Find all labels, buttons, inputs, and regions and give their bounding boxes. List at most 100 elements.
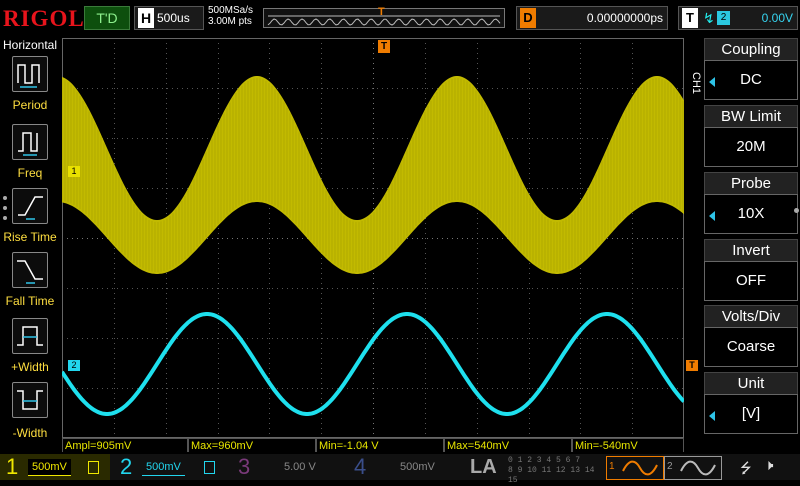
freq-icon xyxy=(12,124,48,160)
coupling-softkey[interactable]: Coupling DC xyxy=(704,38,800,102)
trigger-level: 0.00V xyxy=(761,11,793,25)
measurement-bar: Ampl=905mV Max=960mV Min=-1.04 V Max=540… xyxy=(62,438,684,452)
delay-display[interactable]: D 0.00000000ps xyxy=(516,6,668,30)
unit-value: [V] xyxy=(704,394,798,434)
generator-1-button[interactable]: 1 xyxy=(606,456,664,480)
ch4-button[interactable]: 4 500mV xyxy=(340,454,460,480)
ch1-bw-icon xyxy=(88,461,99,474)
trigger-position-marker: T xyxy=(378,6,385,18)
waveform-display[interactable] xyxy=(62,38,684,438)
unit-value-text: [V] xyxy=(741,405,761,422)
measure-freq[interactable]: Freq xyxy=(0,122,60,186)
horizontal-measure-menu: Horizontal Period Freq Rise Time Fall Ti… xyxy=(0,38,60,458)
sine-wave-icon xyxy=(622,460,658,476)
ch1-scale: 500mV xyxy=(28,459,71,476)
generator-1-number: 1 xyxy=(609,461,615,472)
select-arrow-icon xyxy=(709,411,715,421)
status-bar: RIGOL T'D H 500us 500MSa/s 3.00M pts T D… xyxy=(0,0,800,36)
measure-period-label: Period xyxy=(12,98,48,112)
trigger-display[interactable]: T ↯ 2 0.00V xyxy=(678,6,798,30)
measure-period[interactable]: Period xyxy=(0,56,60,120)
coupling-value-text: DC xyxy=(740,71,762,88)
measure-rise-time[interactable]: Rise Time xyxy=(0,188,60,252)
rise-time-icon xyxy=(12,188,48,224)
rising-edge-icon: ↯ xyxy=(703,10,715,26)
ch2-scale: 500mV xyxy=(142,459,185,476)
bw-limit-value: 20M xyxy=(704,127,798,167)
probe-value-text: 10X xyxy=(737,205,765,222)
measure-fall-time[interactable]: Fall Time xyxy=(0,252,60,316)
speaker-muted-icon[interactable]: 🕨 xyxy=(764,457,773,474)
logic-bits-low: 0 1 2 3 4 5 6 7 xyxy=(508,456,581,465)
bw-limit-title: BW Limit xyxy=(704,105,798,128)
measure-negative-width-label: -Width xyxy=(12,426,48,440)
measure-negative-width[interactable]: -Width xyxy=(0,382,60,446)
probe-softkey[interactable]: Probe 10X xyxy=(704,172,800,236)
invert-softkey[interactable]: Invert OFF xyxy=(704,239,800,303)
generator-2-number: 2 xyxy=(667,461,673,472)
acquisition-info: 500MSa/s 3.00M pts xyxy=(208,5,253,27)
delay-value: 0.00000000ps xyxy=(586,11,663,25)
measure-fall-time-label: Fall Time xyxy=(5,294,55,308)
positive-width-icon xyxy=(12,318,48,354)
volts-div-value: Coarse xyxy=(704,327,798,367)
trigger-source: 2 xyxy=(717,11,730,25)
fall-time-icon xyxy=(12,252,48,288)
usb-icon: ⭍ xyxy=(740,460,752,476)
ch1-button[interactable]: 1 500mV xyxy=(0,454,110,480)
unit-title: Unit xyxy=(704,372,798,395)
trigger-key: T xyxy=(682,8,698,28)
delay-key: D xyxy=(520,8,536,28)
logic-bits-high: 8 9 10 11 12 13 14 15 xyxy=(508,466,595,485)
timebase-display[interactable]: H 500us xyxy=(134,6,204,30)
select-arrow-icon xyxy=(709,77,715,87)
channel-bar: 1 500mV 2 500mV 3 5.00 V 4 500mV LA 0 1 … xyxy=(0,454,800,485)
probe-title: Probe xyxy=(704,172,798,195)
measure-positive-width-label: +Width xyxy=(11,360,49,374)
measure-freq-label: Freq xyxy=(17,166,43,180)
horizontal-key: H xyxy=(138,8,154,28)
select-arrow-icon xyxy=(709,211,715,221)
ch2-offset-marker[interactable]: 2 xyxy=(68,360,80,371)
generator-2-button[interactable]: 2 xyxy=(664,456,722,480)
ch1-number: 1 xyxy=(6,454,19,479)
sample-rate: 500MSa/s xyxy=(208,5,254,16)
memory-position-bar[interactable]: T xyxy=(263,6,505,28)
measure-rise-time-label: Rise Time xyxy=(3,230,57,244)
sine-wave-icon xyxy=(680,460,716,476)
run-status-button[interactable]: T'D xyxy=(84,6,130,30)
measure-max-ch2[interactable]: Max=540mV xyxy=(444,438,572,452)
ch2-button[interactable]: 2 500mV xyxy=(112,454,224,480)
measure-ampl[interactable]: Ampl=905mV xyxy=(62,438,188,452)
memory-depth: 3.00M pts xyxy=(208,16,252,27)
bw-limit-softkey[interactable]: BW Limit 20M xyxy=(704,105,800,169)
volts-div-title: Volts/Div xyxy=(704,305,798,328)
trigger-time-marker[interactable]: T xyxy=(378,40,390,53)
channel-menu: Coupling DC BW Limit 20M Probe 10X Inver… xyxy=(704,38,800,438)
logic-channels-indicator: 0 1 2 3 4 5 6 7 8 9 10 11 12 13 14 15 xyxy=(508,456,600,485)
ch2-bw-icon xyxy=(204,461,215,474)
logic-analyzer-button[interactable]: LA xyxy=(470,456,497,479)
invert-value: OFF xyxy=(704,261,798,301)
volts-div-softkey[interactable]: Volts/Div Coarse xyxy=(704,305,800,369)
probe-value: 10X xyxy=(704,194,798,234)
timebase-value: 500us xyxy=(157,11,190,25)
menu-page-dots xyxy=(3,196,8,226)
brand-logo: RIGOL xyxy=(3,6,85,31)
ch3-scale: 5.00 V xyxy=(284,461,316,473)
negative-width-icon xyxy=(12,382,48,418)
ch3-number: 3 xyxy=(238,454,251,479)
ch1-offset-marker[interactable]: 1 xyxy=(68,166,80,177)
measure-min-ch1[interactable]: Min=-1.04 V xyxy=(316,438,444,452)
invert-title: Invert xyxy=(704,239,798,262)
trigger-level-marker[interactable]: T xyxy=(686,360,698,371)
ch2-number: 2 xyxy=(120,454,133,479)
measure-min-ch2[interactable]: Min=-540mV xyxy=(572,438,684,452)
coupling-value: DC xyxy=(704,60,798,100)
unit-softkey[interactable]: Unit [V] xyxy=(704,372,800,436)
ch3-button[interactable]: 3 5.00 V xyxy=(226,454,338,480)
measure-max-ch1[interactable]: Max=960mV xyxy=(188,438,316,452)
measure-positive-width[interactable]: +Width xyxy=(0,318,60,382)
period-icon xyxy=(12,56,48,92)
channel-tag: CH1 xyxy=(690,72,702,95)
